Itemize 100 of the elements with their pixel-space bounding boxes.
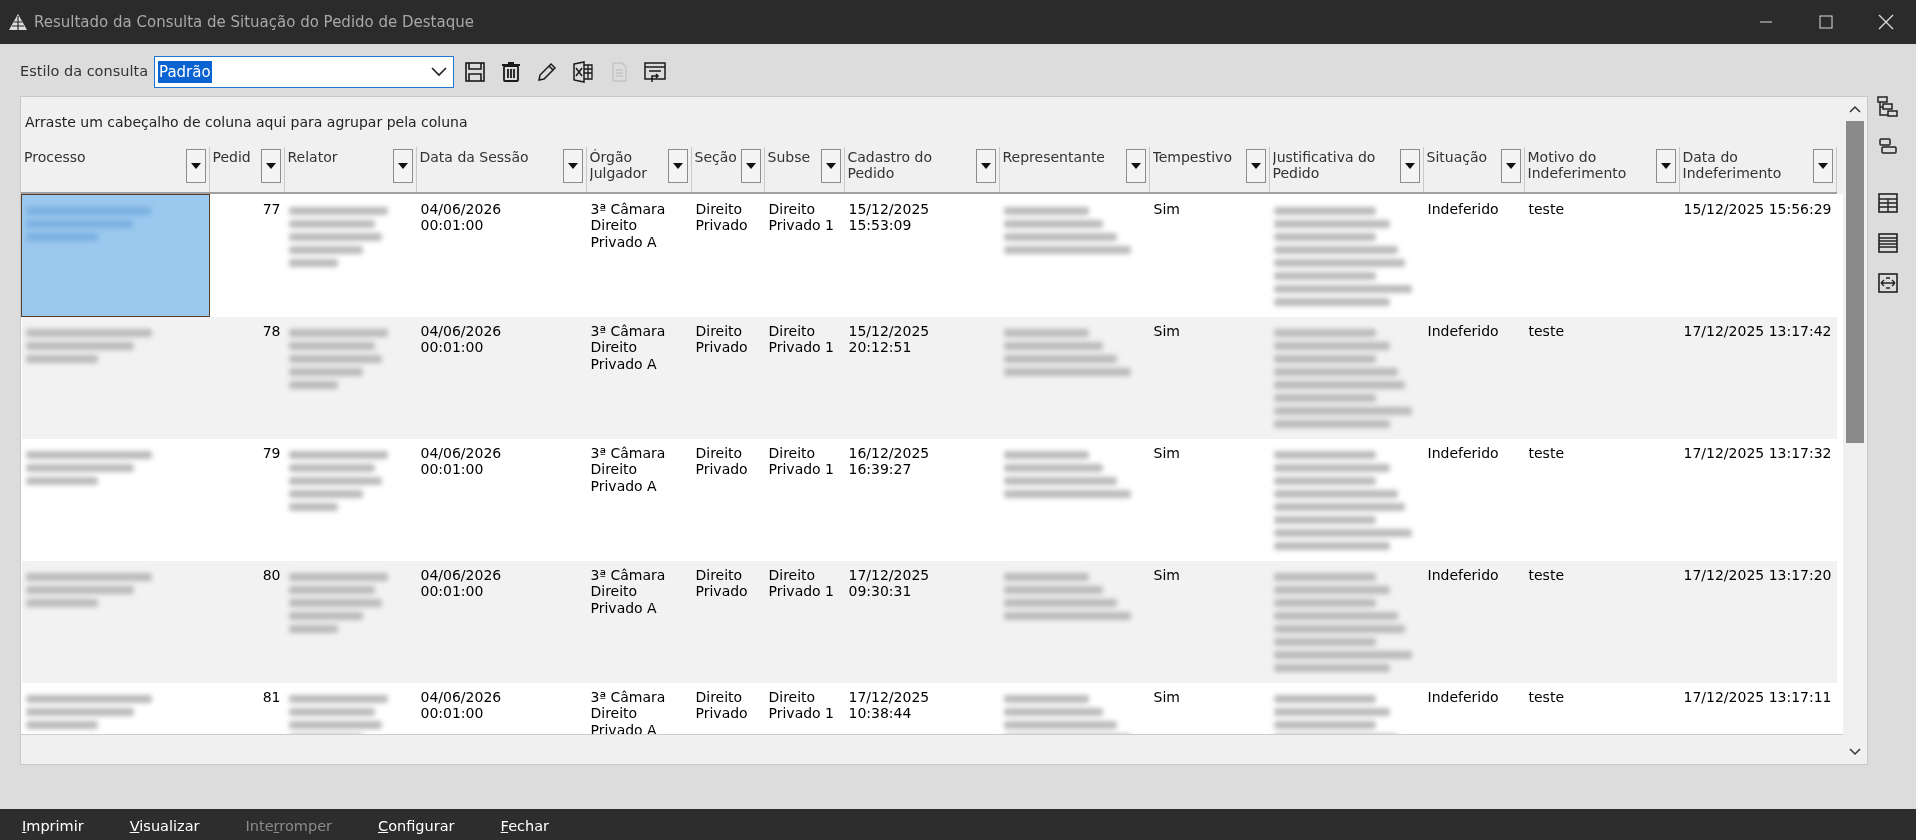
table-cell: 80 <box>262 566 281 583</box>
table-cell: 81 <box>262 688 281 705</box>
table-cell: Direito Privado 1 <box>768 566 834 600</box>
table-cell: Direito Privado 1 <box>768 688 834 722</box>
table-cell: Indeferido <box>1427 444 1499 461</box>
caret-icon <box>265 163 276 169</box>
filter-dropdown-button[interactable] <box>1125 149 1146 183</box>
table-cell: 04/06/2026 00:01:00 <box>420 322 502 356</box>
footer-button[interactable]: Visualizar <box>119 815 210 838</box>
footer-button[interactable]: Configurar <box>368 815 465 838</box>
table-icon <box>1876 191 1900 215</box>
table-cell: 78 <box>262 322 281 339</box>
trash-icon <box>499 60 523 84</box>
caret-icon <box>745 163 756 169</box>
table-cell: 17/12/2025 13:17:32 <box>1683 444 1832 461</box>
table-cell: teste <box>1528 444 1564 461</box>
chevron-up-icon <box>1849 105 1861 113</box>
table-cell: teste <box>1528 688 1564 705</box>
style-dropdown[interactable]: Padrão <box>154 56 454 88</box>
filter-dropdown-button[interactable] <box>562 149 583 183</box>
table-cell: 17/12/2025 13:17:11 <box>1683 688 1832 705</box>
table-cell: Sim <box>1153 688 1180 705</box>
fit-width-icon <box>1876 271 1900 295</box>
table-cell: Indeferido <box>1427 322 1499 339</box>
table-cell: 3ª Câmara Direito Privado A <box>590 444 666 495</box>
column-header[interactable]: Relator <box>287 149 338 183</box>
column-header[interactable]: Justificativa do Pedido <box>1272 149 1398 183</box>
table-cell: Sim <box>1153 566 1180 583</box>
table-cell: Sim <box>1153 200 1180 217</box>
filter-dropdown-button[interactable] <box>820 149 841 183</box>
filter-dropdown-button[interactable] <box>260 149 281 183</box>
caret-icon <box>1250 163 1261 169</box>
column-header[interactable]: Motivo do Indeferimento <box>1527 149 1654 183</box>
table-cell: Sim <box>1153 444 1180 461</box>
filter-dropdown-button[interactable] <box>1245 149 1266 183</box>
tree-icon <box>1876 95 1900 119</box>
column-header[interactable]: Representante <box>1002 149 1105 183</box>
caret-icon <box>672 163 683 169</box>
footer-button[interactable]: Imprimir <box>12 815 94 838</box>
table-cell: Direito Privado <box>695 688 748 722</box>
table-cell: 3ª Câmara Direito Privado A <box>590 200 666 251</box>
rows-icon <box>1876 231 1900 255</box>
table-cell: 3ª Câmara Direito Privado A <box>590 566 666 617</box>
column-header[interactable]: Data do Indeferimento <box>1682 149 1811 183</box>
caret-icon <box>825 163 836 169</box>
table-cell: Indeferido <box>1427 566 1499 583</box>
table-cell: 17/12/2025 13:17:42 <box>1683 322 1832 339</box>
table-cell: 17/12/2025 09:30:31 <box>848 566 930 600</box>
table-cell: 15/12/2025 20:12:51 <box>848 322 930 356</box>
save-icon <box>463 60 487 84</box>
caret-icon <box>1404 163 1415 169</box>
caret-icon <box>567 163 578 169</box>
column-header[interactable]: Data da Sessão <box>419 149 529 183</box>
pencil-icon <box>535 60 559 84</box>
filter-dropdown-button[interactable] <box>1500 149 1521 183</box>
filter-dropdown-button[interactable] <box>185 149 206 183</box>
table-cell: 04/06/2026 00:01:00 <box>420 200 502 234</box>
table-cell: 04/06/2026 00:01:00 <box>420 444 502 478</box>
filter-dropdown-button[interactable] <box>975 149 996 183</box>
close-icon <box>1878 14 1894 30</box>
column-header[interactable]: Tempestivo <box>1152 149 1232 183</box>
filter-dropdown-button[interactable] <box>667 149 688 183</box>
table-cell: 17/12/2025 13:17:20 <box>1683 566 1832 583</box>
app-logo-icon <box>8 12 28 32</box>
table-cell: 15/12/2025 15:53:09 <box>848 200 930 234</box>
table-cell: Direito Privado 1 <box>768 322 834 356</box>
table-cell: Direito Privado <box>695 566 748 600</box>
table-cell: 77 <box>262 200 281 217</box>
footer-button[interactable]: Fechar <box>490 815 560 838</box>
window-title: Resultado da Consulta de Situação do Pedido de Destaque <box>34 11 474 33</box>
table-cell: Direito Privado <box>695 444 748 478</box>
style-label: Estilo da consulta <box>20 62 148 82</box>
column-header[interactable]: Cadastro do Pedido <box>847 149 974 183</box>
column-header[interactable]: Processo <box>24 149 86 183</box>
filter-dropdown-button[interactable] <box>1812 149 1833 183</box>
table-cell: Direito Privado <box>695 322 748 356</box>
caret-icon <box>1660 163 1671 169</box>
filter-dropdown-button[interactable] <box>392 149 413 183</box>
caret-icon <box>1130 163 1141 169</box>
table-cell: Direito Privado 1 <box>768 200 834 234</box>
table-cell: 16/12/2025 16:39:27 <box>848 444 930 478</box>
table-cell: Direito Privado <box>695 200 748 234</box>
caret-icon <box>1505 163 1516 169</box>
caret-icon <box>1817 163 1828 169</box>
chevron-down-icon <box>1849 748 1861 756</box>
table-cell: 15/12/2025 15:56:29 <box>1683 200 1832 217</box>
filter-dropdown-button[interactable] <box>1655 149 1676 183</box>
caret-icon <box>190 163 201 169</box>
table-cell: Indeferido <box>1427 688 1499 705</box>
table-cell: teste <box>1528 322 1564 339</box>
table-cell: teste <box>1528 200 1564 217</box>
table-cell: 17/12/2025 10:38:44 <box>848 688 930 722</box>
spreadsheet-icon <box>571 60 595 84</box>
window-export-icon <box>643 60 667 84</box>
caret-icon <box>431 67 447 77</box>
table-cell: teste <box>1528 566 1564 583</box>
column-header[interactable]: Situação <box>1426 149 1488 183</box>
table-cell: 04/06/2026 00:01:00 <box>420 566 502 600</box>
filter-dropdown-button[interactable] <box>740 149 761 183</box>
filter-dropdown-button[interactable] <box>1399 149 1420 183</box>
